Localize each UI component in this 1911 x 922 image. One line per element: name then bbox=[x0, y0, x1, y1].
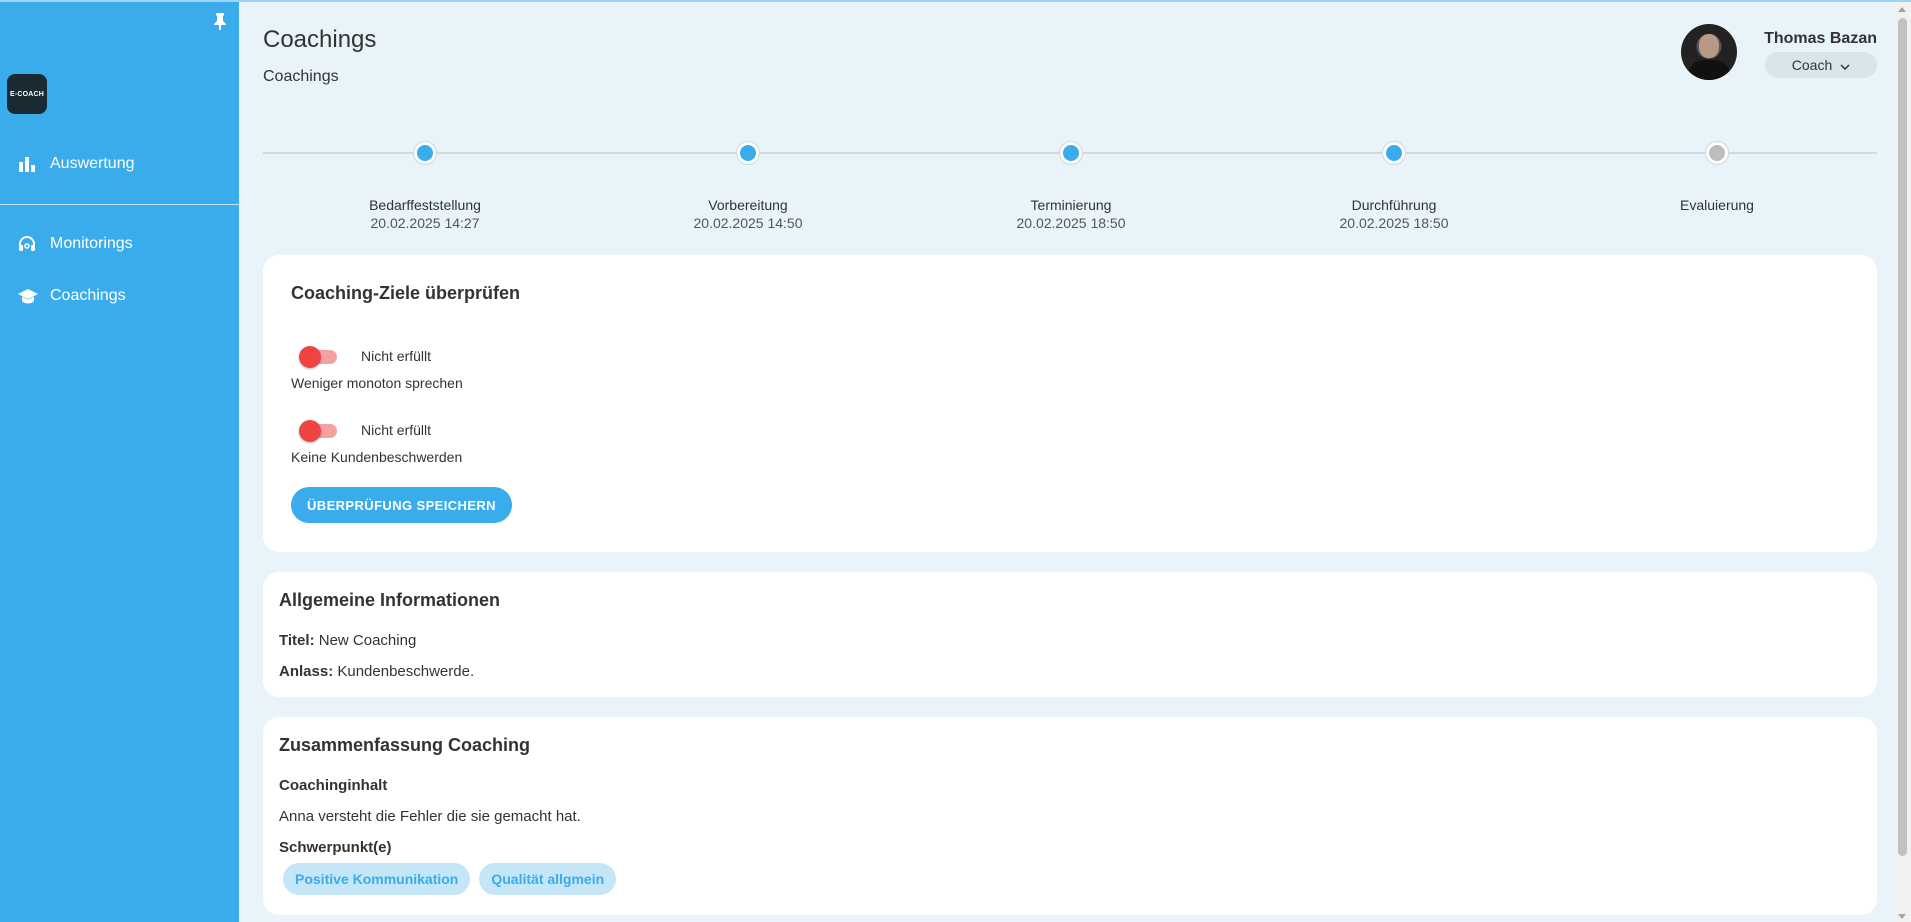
step-date: 20.02.2025 18:50 bbox=[1339, 215, 1449, 231]
bar-chart-icon bbox=[17, 154, 37, 174]
goal-text: Keine Kundenbeschwerden bbox=[291, 449, 463, 465]
step-evaluierung[interactable]: Evaluierung bbox=[1627, 142, 1807, 215]
step-dot bbox=[414, 142, 436, 164]
sidebar-item-monitorings[interactable]: Monitorings bbox=[0, 224, 239, 264]
sidebar-item-label: Auswertung bbox=[50, 155, 135, 172]
breadcrumb[interactable]: Coachings bbox=[263, 68, 339, 86]
step-bedarffeststellung[interactable]: Bedarffeststellung 20.02.2025 14:27 bbox=[335, 142, 515, 231]
page-title: Coachings bbox=[263, 26, 377, 53]
step-terminierung[interactable]: Terminierung 20.02.2025 18:50 bbox=[981, 142, 1161, 231]
main-content: Coachings Coachings Thomas Bazan Coach B… bbox=[239, 0, 1911, 922]
headset-icon bbox=[17, 234, 37, 254]
app-logo[interactable]: E-COACH bbox=[7, 74, 47, 114]
sidebar-item-auswertung[interactable]: Auswertung bbox=[0, 144, 239, 184]
role-select[interactable]: Coach bbox=[1765, 52, 1877, 78]
info-title-value: New Coaching bbox=[318, 632, 417, 649]
sidebar-item-coachings[interactable]: Coachings bbox=[0, 276, 239, 316]
step-durchfuehrung[interactable]: Durchführung 20.02.2025 18:50 bbox=[1304, 142, 1484, 231]
step-label: Bedarffeststellung bbox=[369, 197, 481, 213]
step-label: Durchführung bbox=[1351, 197, 1437, 213]
role-label: Coach bbox=[1791, 57, 1833, 73]
step-label: Vorbereitung bbox=[708, 197, 788, 213]
user-name: Thomas Bazan bbox=[1764, 30, 1877, 47]
scroll-down-icon[interactable] bbox=[1898, 914, 1906, 919]
focus-chip[interactable]: Qualität allgmein bbox=[479, 863, 617, 895]
step-date: 20.02.2025 14:50 bbox=[693, 215, 803, 231]
sidebar: E-COACH Auswertung Monitorings Coachings bbox=[0, 0, 239, 922]
avatar[interactable] bbox=[1681, 24, 1737, 80]
goal-text: Weniger monoton sprechen bbox=[291, 375, 463, 391]
pin-icon[interactable] bbox=[212, 12, 228, 30]
info-title-line: Titel: New Coaching bbox=[279, 632, 416, 649]
user-menu: Thomas Bazan Coach bbox=[1681, 24, 1877, 84]
focus-chip[interactable]: Positive Kommunikation bbox=[283, 863, 471, 895]
sidebar-divider bbox=[0, 204, 239, 205]
goal-toggle[interactable] bbox=[299, 420, 337, 442]
step-vorbereitung[interactable]: Vorbereitung 20.02.2025 14:50 bbox=[658, 142, 838, 231]
step-date: 20.02.2025 14:27 bbox=[370, 215, 480, 231]
content-label: Coachinginhalt bbox=[279, 777, 388, 794]
content-text: Anna versteht die Fehler die sie gemacht… bbox=[279, 808, 581, 825]
info-title-label: Titel: bbox=[279, 632, 315, 649]
step-dot bbox=[1060, 142, 1082, 164]
step-dot bbox=[1706, 142, 1728, 164]
card-title: Coaching-Ziele überprüfen bbox=[291, 283, 521, 303]
info-reason-value: Kundenbeschwerde. bbox=[337, 663, 475, 680]
process-stepper: Bedarffeststellung 20.02.2025 14:27 Vorb… bbox=[263, 142, 1877, 242]
focus-label: Schwerpunkt(e) bbox=[279, 839, 392, 856]
goals-review-card: Coaching-Ziele überprüfen Nicht erfüllt … bbox=[263, 255, 1877, 552]
card-title: Allgemeine Informationen bbox=[279, 590, 501, 610]
save-review-button[interactable]: ÜBERPRÜFUNG SPEICHERN bbox=[291, 487, 512, 523]
general-info-card: Allgemeine Informationen Titel: New Coac… bbox=[263, 572, 1877, 697]
goal-status: Nicht erfüllt bbox=[361, 422, 432, 438]
toggle-thumb bbox=[299, 420, 321, 442]
sidebar-item-label: Coachings bbox=[50, 287, 126, 304]
scrollbar-thumb[interactable] bbox=[1898, 18, 1907, 856]
info-reason-line: Anlass: Kundenbeschwerde. bbox=[279, 663, 474, 680]
toggle-thumb bbox=[299, 346, 321, 368]
goal-status: Nicht erfüllt bbox=[361, 348, 432, 364]
info-reason-label: Anlass: bbox=[279, 663, 334, 680]
summary-card: Zusammenfassung Coaching Coachinginhalt … bbox=[263, 717, 1877, 915]
chevron-down-icon bbox=[1840, 57, 1850, 73]
sidebar-item-label: Monitorings bbox=[50, 235, 133, 252]
step-label: Terminierung bbox=[1030, 197, 1112, 213]
scrollbar[interactable] bbox=[1894, 2, 1911, 922]
focus-chips: Positive Kommunikation Qualität allgmein bbox=[283, 863, 617, 895]
step-label: Evaluierung bbox=[1680, 197, 1754, 213]
step-date: 20.02.2025 18:50 bbox=[1016, 215, 1126, 231]
step-dot bbox=[737, 142, 759, 164]
card-title: Zusammenfassung Coaching bbox=[279, 735, 531, 755]
step-dot bbox=[1383, 142, 1405, 164]
graduation-cap-icon bbox=[17, 286, 38, 306]
scroll-up-icon[interactable] bbox=[1898, 7, 1906, 12]
goal-toggle[interactable] bbox=[299, 346, 337, 368]
